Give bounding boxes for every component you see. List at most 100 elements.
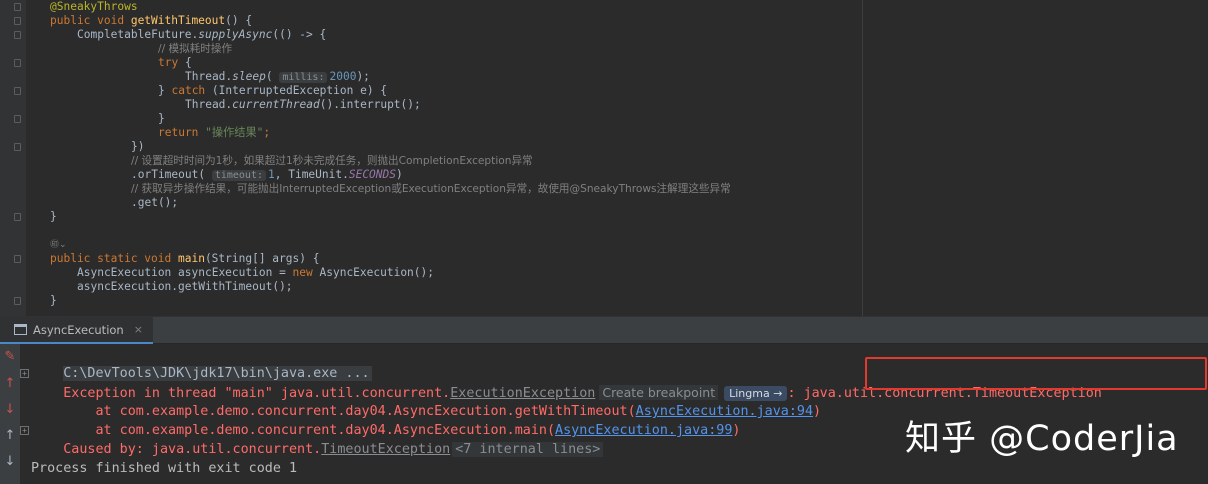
fold-marker-icon[interactable] — [14, 3, 21, 11]
usages-inlay-icon[interactable]: ㊞⌄ — [50, 237, 67, 250]
code-token: public static void — [50, 252, 178, 265]
down-arrow-icon[interactable]: ↓ — [0, 454, 20, 470]
caused-by-line: Caused by: java.util.concurrent.TimeoutE… — [31, 421, 604, 457]
editor-gutter[interactable] — [0, 0, 26, 316]
code-token: main — [177, 252, 205, 265]
run-tab-label: AsyncExecution — [33, 322, 124, 337]
edit-config-icon[interactable]: ✎ — [0, 349, 20, 365]
code-token: } — [158, 84, 172, 97]
code-token: AsyncExecution asyncExecution = — [77, 266, 293, 279]
console-toolbar: ✎ ↑ ↓ ↑ ↓ — [0, 344, 20, 484]
code-token: getWithTimeout — [130, 14, 226, 27]
code-line[interactable]: }) — [131, 140, 144, 154]
code-line[interactable]: asyncExecution.getWithTimeout(); — [77, 280, 293, 294]
code-token: new — [292, 266, 320, 279]
code-token: // 设置超时时间为1秒，如果超过1秒未完成任务，则抛出CompletionEx… — [131, 155, 533, 167]
fold-marker-icon[interactable] — [14, 87, 21, 95]
code-token: // 模拟耗时操作 — [158, 43, 233, 55]
scroll-up-icon[interactable]: ↑ — [0, 376, 20, 392]
caused-by-prefix: Caused by: java.util.concurrent. — [63, 442, 322, 457]
code-token: "操作结果" — [205, 126, 264, 139]
code-token: , TimeUnit. — [274, 168, 349, 181]
tab-async-execution[interactable]: AsyncExecution × — [0, 317, 153, 344]
expand-caused-by-icon[interactable]: + — [20, 426, 29, 435]
code-line[interactable]: public void getWithTimeout() { — [50, 14, 252, 28]
code-token: } — [50, 294, 57, 307]
code-token: 2000 — [329, 70, 357, 83]
console-window-icon — [14, 324, 27, 335]
code-line[interactable]: try { — [158, 56, 192, 70]
code-line[interactable]: } — [50, 210, 57, 224]
code-line[interactable]: } — [158, 112, 165, 126]
code-line[interactable]: // 获取异步操作结果，可能抛出InterruptedException或Exe… — [131, 182, 731, 196]
code-token: sleep — [232, 70, 266, 83]
code-token: () { — [225, 14, 253, 27]
console-command-line[interactable]: C:\DevTools\JDK\jdk17\bin\java.exe ... — [31, 345, 372, 381]
code-token: } — [50, 210, 57, 223]
code-line[interactable]: Thread.sleep( millis: 2000); — [185, 70, 370, 84]
code-line[interactable]: return "操作结果"; — [158, 126, 270, 140]
code-editor[interactable]: @SneakyThrows public void getWithTimeout(… — [0, 0, 1208, 316]
code-line[interactable]: .orTimeout( timeout: 1, TimeUnit.SECONDS) — [131, 168, 403, 182]
code-line[interactable]: } catch (InterruptedException e) { — [158, 84, 387, 98]
process-finished-line: Process finished with exit code 1 — [31, 461, 298, 476]
fold-marker-icon[interactable] — [14, 255, 21, 263]
code-token: public void — [50, 14, 131, 27]
code-token: asyncExecution.getWithTimeout(); — [77, 280, 293, 293]
internal-lines-fold[interactable]: <7 internal lines> — [452, 442, 604, 457]
code-token: .orTimeout( — [131, 168, 212, 181]
code-token: // 获取异步操作结果，可能抛出InterruptedException或Exe… — [131, 183, 731, 195]
code-token: } — [158, 112, 165, 125]
stack-frame-line: at com.example.demo.concurrent.day04.Asy… — [31, 383, 821, 419]
code-token: ; — [263, 126, 271, 139]
code-line[interactable]: CompletableFuture.supplyAsync(() -> { — [77, 28, 326, 42]
code-line[interactable]: Thread.currentThread().interrupt(); — [185, 98, 421, 112]
code-token: CompletableFuture. — [77, 28, 199, 41]
up-arrow-icon[interactable]: ↑ — [0, 428, 20, 444]
code-line[interactable]: public static void main(String[] args) { — [50, 252, 319, 266]
code-token: ); — [356, 70, 370, 83]
code-token: ().interrupt(); — [319, 98, 421, 111]
fold-marker-icon[interactable] — [14, 31, 21, 39]
zhihu-watermark: 知乎 @CoderJia — [905, 419, 1179, 459]
code-token: (() -> { — [272, 28, 327, 41]
scroll-down-icon[interactable]: ↓ — [0, 402, 20, 418]
code-token: catch — [171, 84, 206, 97]
code-token: SECONDS — [348, 168, 396, 181]
fold-marker-icon[interactable] — [14, 213, 21, 221]
code-token: }) — [131, 140, 145, 153]
code-line[interactable]: } — [50, 294, 57, 308]
parameter-hint: timeout: — [211, 170, 266, 181]
code-token: supplyAsync — [198, 28, 273, 41]
stack-frame-line: at com.example.demo.concurrent.day04.Asy… — [31, 402, 740, 438]
close-tab-icon[interactable]: × — [134, 323, 143, 336]
code-token: .get(); — [131, 196, 179, 209]
fold-marker-icon[interactable] — [14, 115, 21, 123]
code-line[interactable]: // 模拟耗时操作 — [158, 42, 232, 56]
code-token: (InterruptedException e) { — [205, 84, 388, 97]
stack-frame-suffix: ) — [813, 404, 822, 419]
right-margin-guide — [862, 0, 863, 316]
code-token: { — [178, 56, 192, 69]
code-token: @SneakyThrows — [50, 0, 138, 13]
code-token: ( — [265, 70, 280, 83]
fold-marker-icon[interactable] — [14, 143, 21, 151]
fold-marker-icon[interactable] — [14, 59, 21, 67]
code-line[interactable]: .get(); — [131, 196, 178, 210]
code-line[interactable]: @SneakyThrows — [50, 0, 138, 14]
stack-frame-suffix: ) — [732, 423, 741, 438]
expand-exception-icon[interactable]: + — [20, 369, 29, 378]
code-line[interactable]: // 设置超时时间为1秒，如果超过1秒未完成任务，则抛出CompletionEx… — [131, 154, 533, 168]
code-token: return — [158, 126, 206, 139]
code-token: (String[] args) { — [204, 252, 320, 265]
code-line[interactable]: AsyncExecution asyncExecution = new Asyn… — [77, 266, 434, 280]
code-token: AsyncExecution(); — [319, 266, 435, 279]
code-token: Thread. — [185, 98, 233, 111]
code-token: ) — [396, 168, 403, 181]
fold-marker-icon[interactable] — [14, 297, 21, 305]
caused-by-link[interactable]: TimeoutException — [321, 442, 450, 457]
code-token: currentThread — [232, 98, 320, 111]
code-token: 1 — [268, 168, 275, 181]
exception-line: Exception in thread "main" java.util.con… — [31, 364, 1102, 401]
fold-marker-icon[interactable] — [14, 17, 21, 25]
